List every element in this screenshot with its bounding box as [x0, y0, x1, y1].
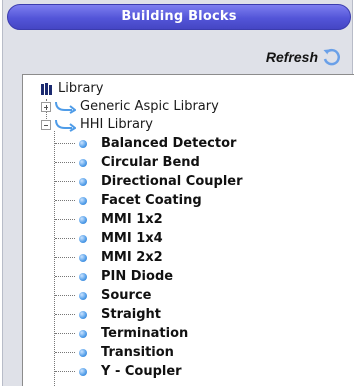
tree-connector — [55, 219, 75, 220]
tree-item-label: Termination — [101, 326, 189, 341]
bullet-icon — [79, 291, 87, 300]
tree-root-label: Library — [58, 81, 104, 96]
bullet-icon — [79, 139, 87, 148]
refresh-button[interactable]: Refresh — [266, 46, 343, 68]
tree-connector — [55, 371, 75, 372]
tree-item-label: Source — [101, 288, 152, 303]
tree-library-generic-aspic[interactable]: Generic Aspic Library — [41, 97, 219, 116]
bullet-icon — [79, 158, 87, 167]
tree-item[interactable]: Termination — [79, 324, 188, 343]
tree-connector — [55, 257, 75, 258]
refresh-label: Refresh — [265, 49, 318, 65]
tree-library-hhi[interactable]: HHI Library — [41, 115, 153, 134]
toolbar: Refresh — [43, 42, 343, 72]
tree-item[interactable]: Source — [79, 286, 151, 305]
tree-connector — [55, 333, 75, 334]
tree-item-label: Straight — [101, 307, 161, 322]
tree-library-label: Generic Aspic Library — [80, 99, 219, 114]
tree-item[interactable]: Straight — [79, 305, 161, 324]
tree-item[interactable]: Transition — [79, 343, 174, 362]
bullet-icon — [79, 234, 87, 243]
bullet-icon — [79, 310, 87, 319]
tree-item[interactable]: MMI 1x2 — [79, 210, 163, 229]
bullet-icon — [79, 196, 87, 205]
folder-arrow-icon — [55, 101, 76, 114]
tree-root[interactable]: Library — [41, 79, 103, 98]
tree-connector — [55, 162, 75, 163]
tree-item-label: MMI 1x4 — [101, 231, 163, 246]
tree-item[interactable]: PIN Diode — [79, 267, 173, 286]
bullet-icon — [79, 272, 87, 281]
tree-scroll-area: Library Generic Aspic Library HHI Librar… — [39, 79, 355, 386]
bullet-icon — [79, 253, 87, 262]
bullet-icon — [79, 177, 87, 186]
tree-item[interactable]: Directional Coupler — [79, 172, 243, 191]
tree-item-label: Circular Bend — [101, 155, 200, 170]
tree-connector — [55, 200, 75, 201]
library-icon — [41, 82, 52, 95]
bullet-icon — [79, 348, 87, 357]
tree-item-label: Transition — [101, 345, 174, 360]
tree-item-label: Y - Coupler — [101, 364, 182, 379]
tree-connector — [55, 143, 75, 144]
library-tree: Library Generic Aspic Library HHI Librar… — [22, 74, 354, 386]
tree-connector — [55, 295, 75, 296]
tree-item[interactable]: Y - Coupler — [79, 362, 182, 381]
tree-item-label: MMI 1x2 — [101, 212, 163, 227]
tree-connector — [55, 314, 75, 315]
bullet-icon — [79, 329, 87, 338]
tree-item-label: Directional Coupler — [101, 174, 243, 189]
tree-item-label: Facet Coating — [101, 193, 202, 208]
tree-connector — [55, 276, 75, 277]
panel-title: Building Blocks — [7, 4, 351, 30]
tree-connector — [55, 181, 75, 182]
tree-item[interactable]: Balanced Detector — [79, 134, 236, 153]
expand-toggle[interactable] — [41, 101, 51, 112]
tree-item[interactable]: Facet Coating — [79, 191, 202, 210]
tree-item-label: PIN Diode — [101, 269, 174, 284]
bullet-icon — [79, 215, 87, 224]
tree-item[interactable]: MMI 1x4 — [79, 229, 163, 248]
refresh-icon — [323, 48, 340, 66]
collapse-toggle[interactable] — [41, 119, 51, 130]
tree-connector — [55, 352, 75, 353]
tree-item-label: Balanced Detector — [101, 136, 237, 151]
folder-arrow-icon — [55, 119, 76, 132]
tree-item[interactable]: Circular Bend — [79, 153, 200, 172]
tree-connector — [55, 238, 75, 239]
tree-item-label: MMI 2x2 — [101, 250, 163, 265]
tree-item[interactable]: MMI 2x2 — [79, 248, 163, 267]
tree-library-label: HHI Library — [80, 117, 153, 132]
bullet-icon — [79, 367, 87, 376]
tree-guide-line — [54, 131, 55, 386]
